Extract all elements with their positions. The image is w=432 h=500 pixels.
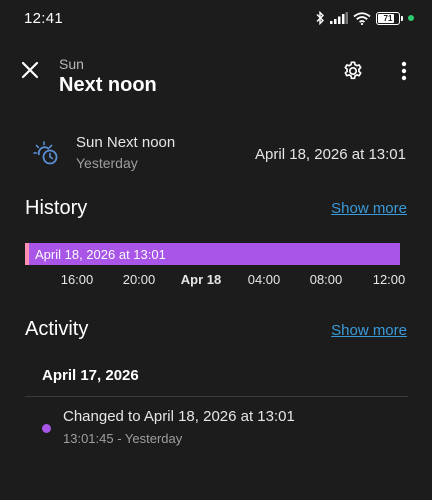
close-button[interactable]: [14, 56, 46, 88]
gear-icon: [342, 60, 364, 87]
activity-entry-meta: 13:01:45 - Yesterday: [63, 431, 183, 446]
close-icon: [21, 61, 39, 84]
activity-show-more-link[interactable]: Show more: [331, 322, 407, 339]
page-title: Next noon: [59, 74, 157, 96]
sun-clock-icon: [32, 139, 60, 167]
dialog-header: Sun Next noon: [0, 36, 432, 106]
axis-label: 20:00: [122, 272, 156, 287]
activity-entry-text: Changed to April 18, 2026 at 13:01: [63, 408, 295, 425]
more-options-button[interactable]: [390, 58, 418, 88]
activity-dot-icon: [42, 424, 51, 433]
divider: [25, 396, 408, 397]
history-show-more-link[interactable]: Show more: [331, 200, 407, 217]
wifi-icon: [353, 11, 371, 25]
battery-icon: 71: [376, 11, 400, 25]
battery-tip: [401, 15, 403, 21]
entity-row[interactable]: Sun Next noon Yesterday April 18, 2026 a…: [0, 124, 432, 182]
status-time: 12:41: [24, 10, 64, 27]
activity-date-heading: April 17, 2026: [42, 367, 139, 384]
history-title: History: [25, 197, 88, 219]
axis-label: 16:00: [60, 272, 94, 287]
notification-dot: [408, 15, 414, 21]
history-timeline-bar[interactable]: April 18, 2026 at 13:01: [25, 243, 400, 265]
axis-label: 08:00: [309, 272, 343, 287]
axis-label: 12:00: [372, 272, 406, 287]
entity-last-changed: Yesterday: [76, 155, 138, 171]
entity-state: April 18, 2026 at 13:01: [255, 146, 406, 163]
battery-level: 71: [383, 13, 393, 23]
entity-domain: Sun: [59, 56, 84, 72]
entity-name: Sun Next noon: [76, 134, 176, 151]
axis-label: Apr 18: [180, 272, 222, 287]
bluetooth-icon: [315, 11, 325, 25]
status-bar: 12:41 71: [0, 0, 432, 36]
status-icons: 71: [315, 11, 414, 25]
more-info-dialog: 12:41 71 Sun Next noon Sun Next noon Yes…: [0, 0, 432, 500]
activity-title: Activity: [25, 318, 89, 340]
signal-icon: [330, 12, 348, 24]
timeline-bar-label: April 18, 2026 at 13:01: [35, 247, 166, 262]
settings-button[interactable]: [338, 58, 368, 88]
axis-label: 04:00: [247, 272, 281, 287]
timeline-change-marker: [25, 243, 29, 265]
more-vertical-icon: [401, 61, 407, 86]
